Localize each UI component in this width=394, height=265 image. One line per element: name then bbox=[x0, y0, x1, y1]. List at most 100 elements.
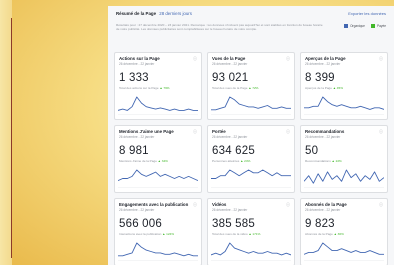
sparkline-series-organic bbox=[211, 242, 291, 256]
card-value: 1 333 bbox=[119, 72, 149, 84]
sparkline bbox=[304, 169, 384, 188]
card-delta: Aperçus de la Page ▲ 45% bbox=[305, 86, 343, 90]
delta-text: Total des actions sur la Page bbox=[119, 86, 159, 90]
card-delta: Mentions J'aime de la Page ▲ 34% bbox=[119, 159, 168, 163]
metric-card[interactable]: Actions sur la Page ⓘ 26 décembre - 22 jan… bbox=[114, 52, 202, 120]
card-value: 8 399 bbox=[305, 72, 335, 84]
card-value: 634 625 bbox=[212, 145, 255, 157]
delta-percent: ▲ 79% bbox=[159, 86, 170, 90]
info-icon[interactable]: ⓘ bbox=[193, 129, 197, 135]
sparkline-series-organic bbox=[211, 169, 291, 179]
card-date-range: 26 décembre - 22 janvier bbox=[305, 135, 341, 139]
card-value: 385 585 bbox=[212, 218, 255, 230]
sparkline-series-organic bbox=[118, 96, 198, 111]
legend-label: Organique bbox=[350, 24, 365, 28]
delta-text: Abonnés de la Page bbox=[305, 232, 333, 236]
sparkline-series-organic bbox=[118, 242, 198, 257]
card-title[interactable]: Actions sur la Page bbox=[119, 56, 160, 61]
card-title[interactable]: Vues de la Page bbox=[212, 56, 245, 61]
card-value: 566 006 bbox=[119, 218, 162, 230]
card-date-range: 26 décembre - 22 janvier bbox=[119, 135, 155, 139]
card-date-range: 26 décembre - 22 janvier bbox=[212, 62, 248, 66]
delta-percent: ▲ 34% bbox=[157, 159, 168, 163]
card-title[interactable]: Abonnés de la Page bbox=[305, 202, 347, 207]
card-value: 50 bbox=[305, 145, 319, 157]
delta-percent: ▲ 24% bbox=[240, 159, 251, 163]
delta-text: Interactions avec la publication bbox=[119, 232, 162, 236]
card-date-range: 26 décembre - 22 janvier bbox=[305, 62, 341, 66]
card-title[interactable]: Portée bbox=[212, 129, 226, 134]
export-data-link[interactable]: Exporter les données bbox=[348, 11, 386, 16]
delta-text: Aperçus de la Page bbox=[305, 86, 333, 90]
sparkline-series-organic bbox=[118, 169, 198, 182]
card-title[interactable]: Mentions J'aime une Page bbox=[119, 129, 174, 134]
card-title[interactable]: Aperçus de la Page bbox=[305, 56, 346, 61]
sparkline bbox=[211, 96, 291, 115]
metric-card[interactable]: Abonnés de la Page ⓘ 26 décembre - 22 janv… bbox=[300, 198, 388, 265]
metric-card[interactable]: Portée ⓘ 26 décembre - 22 janvier 634 625 Pe… bbox=[207, 125, 295, 193]
metric-card[interactable]: Recommandations ⓘ 26 décembre - 22 janvier… bbox=[300, 125, 388, 193]
margin-rule bbox=[11, 18, 12, 258]
info-icon[interactable]: ⓘ bbox=[286, 202, 290, 208]
card-delta: Personnes atteintes ▲ 24% bbox=[212, 159, 250, 163]
delta-text: Total des vues de la Page bbox=[212, 86, 248, 90]
sparkline bbox=[118, 96, 198, 115]
card-value: 93 021 bbox=[212, 72, 249, 84]
metric-card[interactable]: Vues de la Page ⓘ 26 décembre - 22 janvier… bbox=[207, 52, 295, 120]
card-date-range: 26 décembre - 22 janvier bbox=[119, 62, 155, 66]
info-icon[interactable]: ⓘ bbox=[193, 202, 197, 208]
legend-item-organic[interactable]: Organique bbox=[344, 24, 365, 29]
legend-swatch bbox=[344, 24, 349, 29]
sparkline bbox=[118, 242, 198, 261]
info-icon[interactable]: ⓘ bbox=[379, 129, 383, 135]
metric-card[interactable]: Vidéos ⓘ 26 décembre - 22 janvier 385 585 To… bbox=[207, 198, 295, 265]
card-delta: Total des actions sur la Page ▲ 79% bbox=[119, 86, 170, 90]
card-value: 8 981 bbox=[119, 145, 149, 157]
info-icon[interactable]: ⓘ bbox=[286, 56, 290, 62]
legend-label: Payée bbox=[376, 24, 386, 28]
card-date-range: 26 décembre - 22 janvier bbox=[212, 135, 248, 139]
card-value: 9 823 bbox=[305, 218, 335, 230]
info-icon[interactable]: ⓘ bbox=[193, 56, 197, 62]
legend-item-paid[interactable]: Payée bbox=[370, 24, 386, 29]
delta-percent: ▲ 124% bbox=[162, 232, 175, 236]
delta-percent: ▲ 171% bbox=[248, 232, 261, 236]
info-icon[interactable]: ⓘ bbox=[286, 129, 290, 135]
info-icon[interactable]: ⓘ bbox=[379, 56, 383, 62]
sparkline-series-organic bbox=[304, 242, 384, 255]
summary-header: Résumé de la Page 28 derniers jours bbox=[116, 11, 192, 16]
page-summary-panel: Résumé de la Page 28 derniers jours Expo… bbox=[108, 6, 394, 265]
sparkline bbox=[118, 169, 198, 188]
sparkline bbox=[304, 96, 384, 115]
card-delta: Total des vues de la vidéo ▲ 171% bbox=[212, 232, 260, 236]
sparkline-series-organic bbox=[211, 96, 291, 111]
metric-card[interactable]: Mentions J'aime une Page ⓘ 26 décembre - 2… bbox=[114, 125, 202, 193]
delta-percent: ▲ 36% bbox=[333, 232, 344, 236]
date-range-dropdown[interactable]: 28 derniers jours bbox=[159, 11, 192, 16]
card-date-range: 26 décembre - 22 janvier bbox=[119, 208, 155, 212]
card-delta: Interactions avec la publication ▲ 124% bbox=[119, 232, 174, 236]
card-date-range: 26 décembre - 22 janvier bbox=[305, 208, 341, 212]
sparkline bbox=[211, 169, 291, 188]
card-delta: Abonnés de la Page ▲ 36% bbox=[305, 232, 344, 236]
delta-percent: ▲ 72% bbox=[248, 86, 259, 90]
card-title[interactable]: Recommandations bbox=[305, 129, 344, 134]
legend: Organique Payée bbox=[344, 24, 386, 29]
sparkline-series-organic bbox=[304, 96, 384, 110]
card-title[interactable]: Vidéos bbox=[212, 202, 226, 207]
card-date-range: 26 décembre - 22 janvier bbox=[212, 208, 248, 212]
page-title: Résumé de la Page bbox=[116, 11, 157, 16]
metric-card[interactable]: Aperçus de la Page ⓘ 26 décembre - 22 janv… bbox=[300, 52, 388, 120]
delta-text: Personnes atteintes bbox=[212, 159, 240, 163]
results-note: Résultats pour : 27 décembre 2020 – 23 j… bbox=[116, 23, 323, 32]
delta-text: Mentions J'aime de la Page bbox=[119, 159, 157, 163]
metrics-grid: Actions sur la Page ⓘ 26 décembre - 22 jan… bbox=[114, 52, 388, 265]
card-title[interactable]: Engagements avec la publication bbox=[119, 202, 188, 207]
info-icon[interactable]: ⓘ bbox=[379, 202, 383, 208]
delta-percent: ▲ 22% bbox=[331, 159, 342, 163]
metric-card[interactable]: Engagements avec la publication ⓘ 26 décem… bbox=[114, 198, 202, 265]
delta-text: Total des vues de la vidéo bbox=[212, 232, 248, 236]
card-delta: Total des vues de la Page ▲ 72% bbox=[212, 86, 258, 90]
legend-swatch bbox=[370, 24, 375, 29]
delta-percent: ▲ 45% bbox=[332, 86, 344, 90]
